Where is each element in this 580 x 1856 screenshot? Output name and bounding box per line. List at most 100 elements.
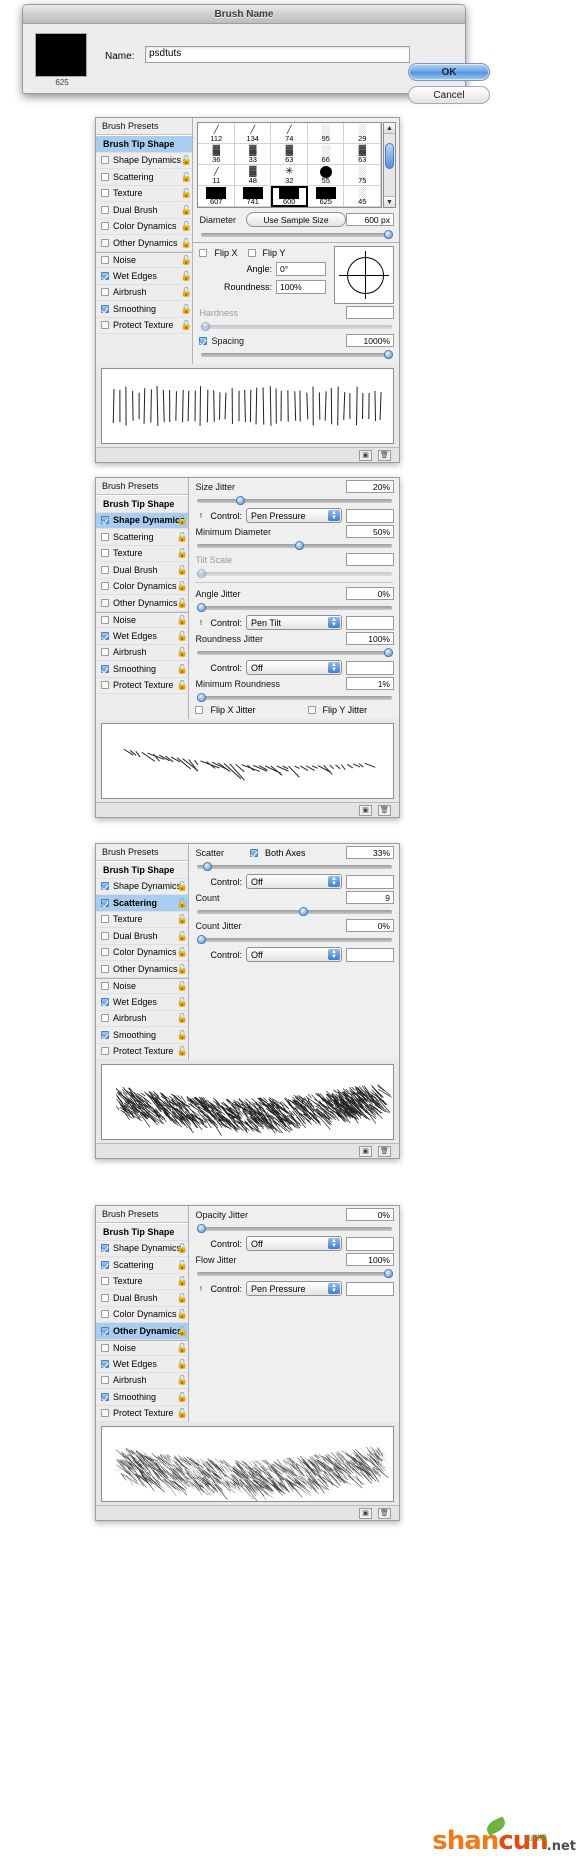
sidebar-item-brush-tip-shape[interactable]: Brush Tip Shape [96, 136, 193, 153]
lock-icon[interactable]: 🔓 [176, 1343, 187, 1354]
lock-icon[interactable]: 🔓 [176, 1375, 187, 1386]
sidebar-item-smoothing[interactable]: Smoothing 🔓 [96, 1027, 189, 1044]
brush-tip-grid[interactable]: ╱ 112 ╱ 134 ╱ 74 ░ 95 ░ 29 ▓ 36 ▓ 33 ▓ 63 ░ 66 ▓ 63 ╱ 11 ▓ 48 ✳ 3… [197, 122, 382, 208]
lock-icon[interactable]: 🔓 [176, 1326, 187, 1337]
lock-icon[interactable]: 🔓 [180, 155, 191, 166]
sidebar-header-4[interactable]: Brush Presets [96, 1206, 189, 1223]
sidebar-item-other-dynamics[interactable]: Other Dynamics 🔓 [96, 961, 189, 978]
angle-control-field[interactable] [346, 615, 394, 630]
brush-tip-cell[interactable]: 625 [307, 186, 345, 207]
size-control-field[interactable] [346, 508, 394, 523]
brush-tip-cell[interactable]: 55 [307, 165, 345, 186]
lock-icon[interactable]: 🔓 [176, 898, 187, 909]
checkbox-icon[interactable] [199, 249, 208, 257]
sidebar-item-shape-dynamics[interactable]: Shape Dynamics 🔓 [96, 1241, 189, 1257]
checkbox-icon[interactable] [247, 249, 256, 257]
sidebar-item-dual-brush[interactable]: Dual Brush 🔓 [96, 928, 189, 945]
roundness-jitter-slider[interactable] [197, 648, 394, 657]
lock-icon[interactable]: 🔓 [176, 997, 187, 1008]
checkbox-icon[interactable] [101, 915, 109, 924]
checkbox-icon[interactable] [101, 898, 109, 907]
lock-icon[interactable]: 🔓 [176, 680, 187, 691]
trash-icon[interactable]: 🗑 [378, 804, 391, 816]
lock-icon[interactable]: 🔓 [176, 1309, 187, 1320]
lock-icon[interactable]: 🔓 [180, 304, 191, 315]
brush-tip-cell[interactable]: ░ 95 [307, 123, 345, 144]
diameter-value[interactable]: 600 px [346, 213, 394, 226]
roundness-control-select[interactable]: Off ▲ ▼ [246, 660, 342, 675]
sidebar-item-airbrush[interactable]: Airbrush 🔓 [96, 1373, 189, 1389]
sidebar-item-texture[interactable]: Texture 🔓 [96, 546, 189, 562]
sidebar-item-other-dynamics[interactable]: Other Dynamics 🔓 [96, 595, 189, 612]
sidebar-header-2[interactable]: Brush Presets [96, 478, 189, 495]
sidebar-item-smoothing[interactable]: Smoothing 🔓 [96, 1389, 189, 1406]
lock-icon[interactable]: 🔓 [176, 1408, 187, 1419]
lock-icon[interactable]: 🔓 [180, 221, 191, 232]
checkbox-icon[interactable] [101, 532, 109, 541]
sidebar-item-shape-dynamics[interactable]: Shape Dynamics 🔓 [96, 153, 193, 169]
sidebar-item-color-dynamics[interactable]: Color Dynamics 🔓 [96, 945, 189, 961]
checkbox-icon[interactable] [101, 1277, 109, 1286]
stepper-icon[interactable]: ▲ ▼ [328, 949, 340, 960]
trash-icon[interactable]: 🗑 [378, 1145, 391, 1157]
hardness-slider[interactable] [201, 322, 392, 331]
cancel-button[interactable]: Cancel [408, 86, 490, 104]
checkbox-icon[interactable] [101, 549, 109, 558]
sidebar-item-dual-brush[interactable]: Dual Brush 🔓 [96, 1290, 189, 1307]
lock-icon[interactable]: 🔓 [176, 1046, 187, 1057]
count-jitter-value[interactable]: 0% [346, 919, 394, 932]
checkbox-icon[interactable] [250, 848, 258, 857]
opacity-jitter-value[interactable]: 0% [346, 1208, 394, 1221]
size-control-select[interactable]: Pen Pressure ▲ ▼ [246, 508, 342, 523]
brush-tip-cell[interactable]: ╱ 112 [198, 123, 235, 144]
checkbox-icon[interactable] [101, 304, 109, 313]
hardness-value[interactable] [346, 306, 394, 319]
checkbox-icon[interactable] [307, 706, 316, 714]
stepper-icon[interactable]: ▲ ▼ [328, 510, 340, 521]
flip-y-jitter-checkbox[interactable]: Flip Y Jitter [307, 705, 367, 715]
brush-tip-cell[interactable]: ▓ 63 [271, 144, 308, 165]
sidebar-item-scattering[interactable]: Scattering 🔓 [96, 529, 189, 546]
minimum-diameter-value[interactable]: 50% [346, 525, 394, 538]
checkbox-icon[interactable] [101, 1014, 109, 1023]
lock-icon[interactable]: 🔓 [176, 598, 187, 609]
sidebar-item-texture[interactable]: Texture 🔓 [96, 1274, 189, 1290]
sidebar-item-scattering[interactable]: Scattering 🔓 [96, 1257, 189, 1274]
checkbox-icon[interactable] [195, 706, 204, 714]
flip-x-jitter-checkbox[interactable]: Flip X Jitter [195, 705, 256, 715]
stepper-icon[interactable]: ▲ ▼ [328, 1238, 340, 1249]
sidebar-item-smoothing[interactable]: Smoothing 🔓 [96, 301, 193, 318]
flip-y-checkbox[interactable]: Flip Y [247, 248, 285, 258]
flow-control-select[interactable]: Pen Pressure ▲ ▼ [246, 1281, 342, 1296]
checkbox-icon[interactable] [101, 1359, 109, 1368]
sidebar-item-airbrush[interactable]: Airbrush 🔓 [96, 645, 189, 661]
brush-tip-cell[interactable]: 741 [234, 186, 272, 207]
checkbox-icon[interactable] [101, 631, 109, 640]
sidebar-item-brush-tip-shape[interactable]: Brush Tip Shape [96, 1224, 189, 1241]
scroll-down-icon[interactable]: ▼ [384, 196, 395, 207]
lock-icon[interactable]: 🔓 [176, 1013, 187, 1024]
tilt-scale-value[interactable] [346, 553, 394, 566]
lock-icon[interactable]: 🔓 [176, 981, 187, 992]
sidebar-item-color-dynamics[interactable]: Color Dynamics 🔓 [96, 219, 193, 235]
lock-icon[interactable]: 🔓 [180, 172, 191, 183]
lock-icon[interactable]: 🔓 [176, 1293, 187, 1304]
checkbox-icon[interactable] [101, 255, 109, 264]
count-slider[interactable] [197, 907, 392, 916]
sidebar-item-color-dynamics[interactable]: Color Dynamics 🔓 [96, 579, 189, 595]
new-brush-icon[interactable]: ▣ [359, 449, 372, 461]
flow-jitter-slider[interactable] [197, 1269, 394, 1278]
checkbox-icon[interactable] [101, 681, 109, 690]
tilt-scale-slider[interactable] [197, 569, 392, 578]
checkbox-icon[interactable] [101, 598, 109, 607]
checkbox-icon[interactable] [101, 931, 109, 940]
lock-icon[interactable]: 🔓 [180, 320, 191, 331]
sidebar-item-texture[interactable]: Texture 🔓 [96, 912, 189, 928]
flow-control-field[interactable] [346, 1281, 394, 1296]
sidebar-item-color-dynamics[interactable]: Color Dynamics 🔓 [96, 1307, 189, 1323]
sidebar-item-dual-brush[interactable]: Dual Brush 🔓 [96, 562, 189, 579]
new-brush-icon[interactable]: ▣ [359, 1507, 372, 1519]
checkbox-icon[interactable] [101, 964, 109, 973]
lock-icon[interactable]: 🔓 [176, 914, 187, 925]
sidebar-item-airbrush[interactable]: Airbrush 🔓 [96, 285, 193, 301]
